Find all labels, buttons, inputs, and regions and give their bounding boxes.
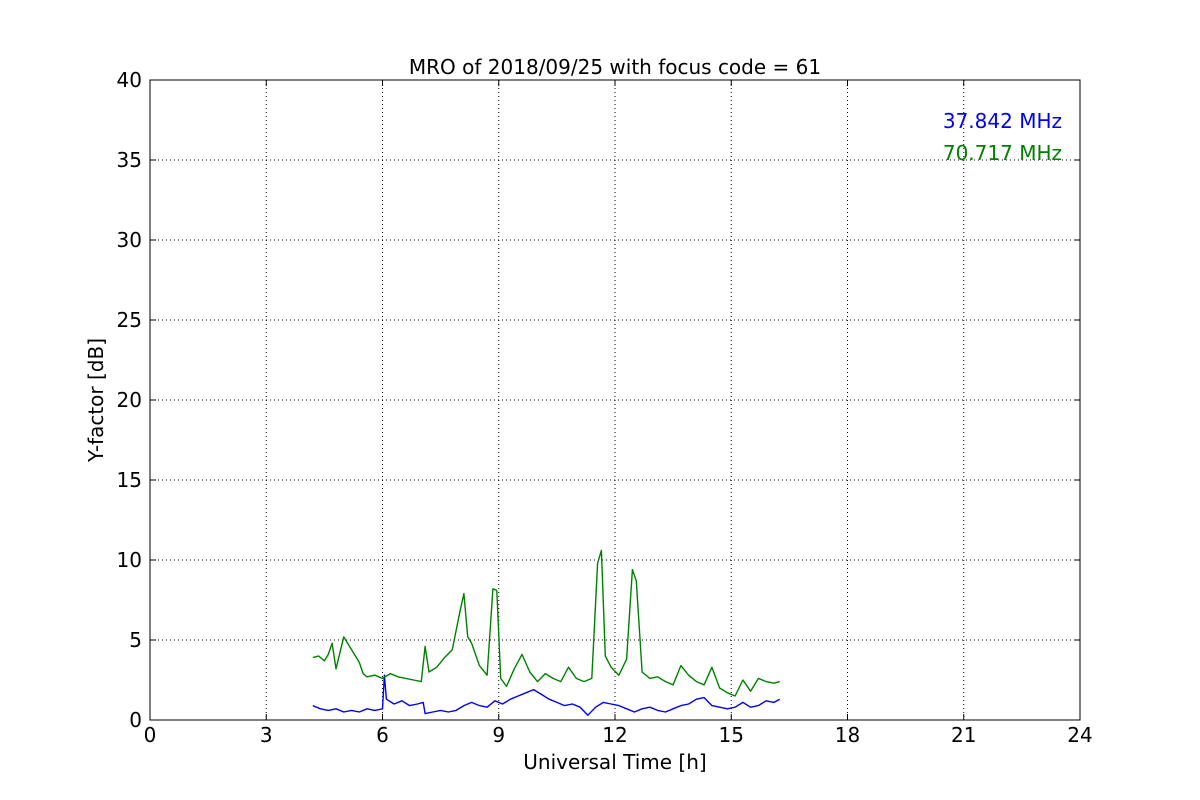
y-tick-label: 35 bbox=[117, 148, 142, 172]
x-axis-label: Universal Time [h] bbox=[523, 750, 706, 774]
y-tick-label: 15 bbox=[117, 468, 142, 492]
x-tick-label: 15 bbox=[719, 723, 744, 747]
y-tick-label: 30 bbox=[117, 228, 142, 252]
legend-entry: 37.842 MHz bbox=[943, 109, 1062, 133]
chart: 0 3 6 9 12 15 18 21 24 0 5 10 15 20 25 30 35 40 MRO of 20… bbox=[84, 55, 1093, 774]
y-tick-label: 20 bbox=[117, 388, 142, 412]
x-tick-label: 21 bbox=[951, 723, 976, 747]
y-tick-label: 40 bbox=[117, 68, 142, 92]
x-tick-label: 3 bbox=[260, 723, 273, 747]
series-line-1 bbox=[312, 674, 781, 716]
x-tick-label: 18 bbox=[835, 723, 860, 747]
y-axis-label: Y-factor [dB] bbox=[84, 338, 108, 463]
legend-entry: 70.717 MHz bbox=[943, 141, 1062, 165]
x-tick-label: 6 bbox=[376, 723, 389, 747]
legend: 37.842 MHz 70.717 MHz bbox=[943, 109, 1062, 165]
y-tick-label: 10 bbox=[117, 548, 142, 572]
y-tick-label: 0 bbox=[129, 708, 142, 732]
x-tick-label: 9 bbox=[492, 723, 505, 747]
x-tick-label: 0 bbox=[144, 723, 157, 747]
grid-lines bbox=[150, 80, 1080, 720]
y-tick-label: 5 bbox=[129, 628, 142, 652]
chart-title: MRO of 2018/09/25 with focus code = 61 bbox=[409, 55, 821, 79]
x-tick-label: 12 bbox=[602, 723, 627, 747]
x-tick-label: 24 bbox=[1067, 723, 1092, 747]
y-tick-label: 25 bbox=[117, 308, 142, 332]
